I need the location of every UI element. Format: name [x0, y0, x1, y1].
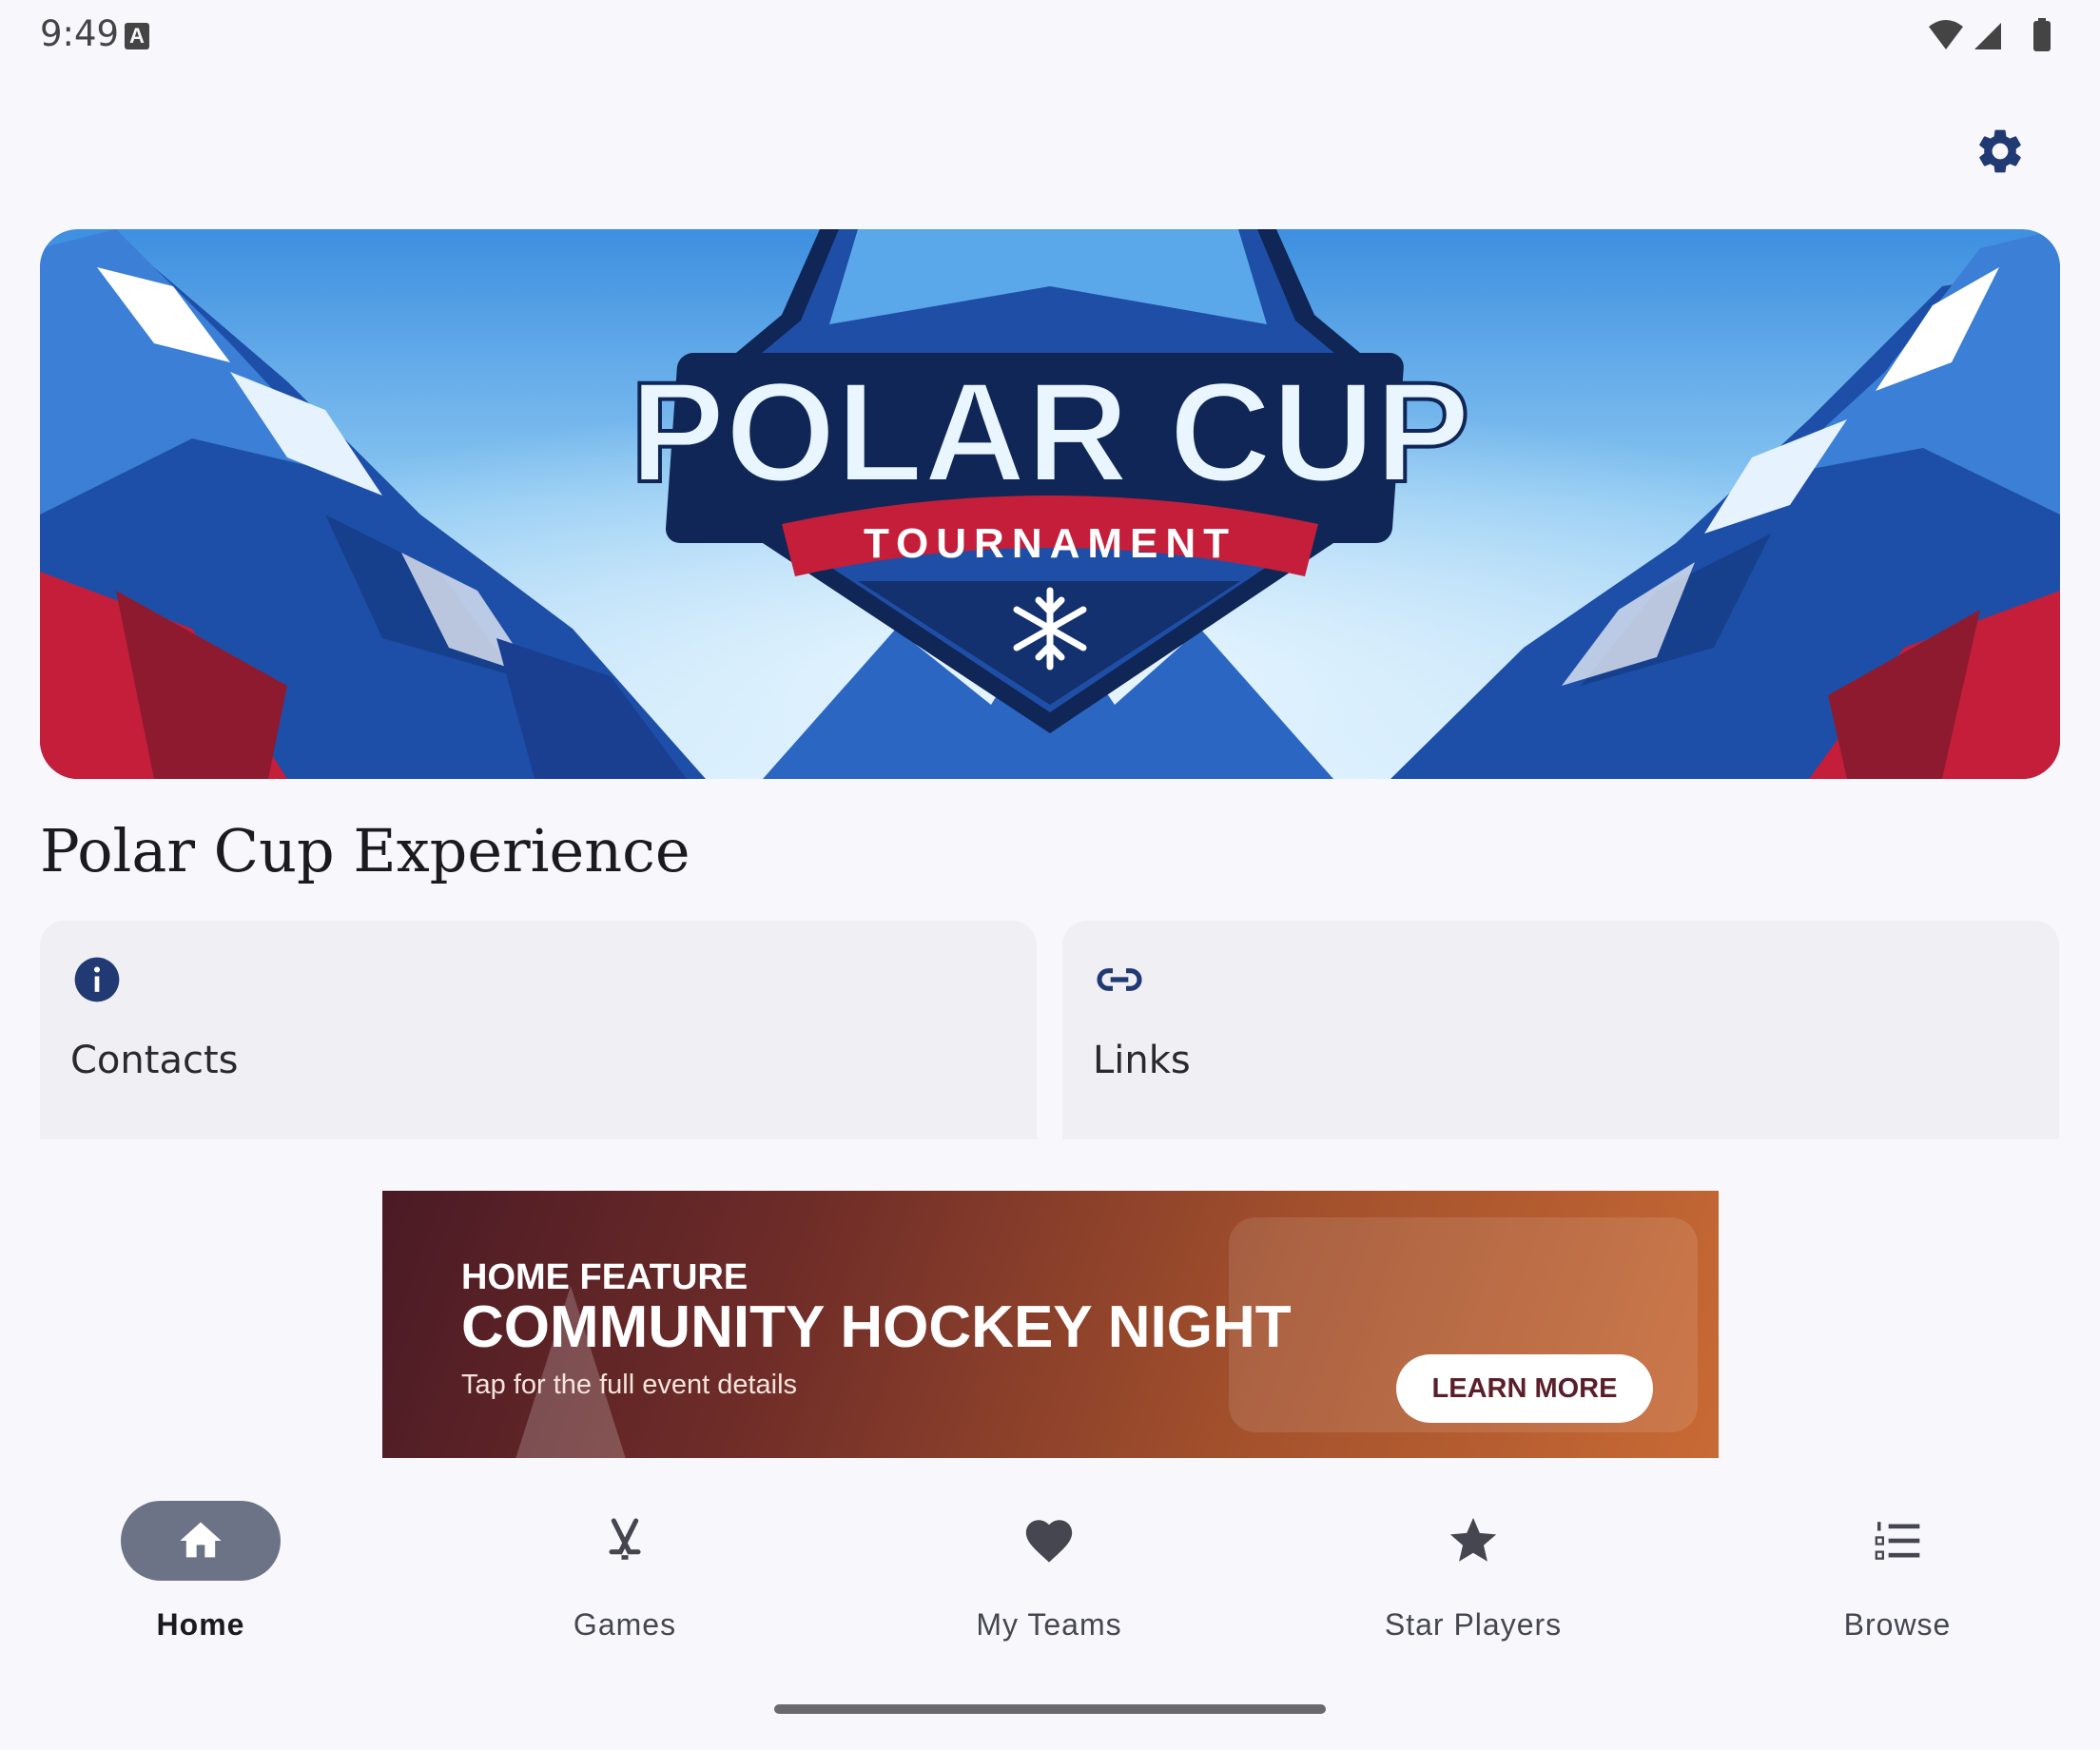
nav-active-indicator	[121, 1501, 281, 1581]
nav-icon-container	[545, 1501, 705, 1581]
star-icon	[1449, 1517, 1497, 1562]
app-screen: 9:49 A POLAR CUP TOURNAMENT Polar Cup Ex…	[0, 0, 2100, 1750]
status-bar: 9:49 A	[0, 0, 2100, 72]
hockey-sticks-icon	[609, 1518, 641, 1560]
nav-label-star-players: Star Players	[1384, 1607, 1563, 1642]
gear-icon	[1979, 129, 2021, 173]
logo-subtitle: TOURNAMENT	[864, 520, 1236, 567]
tournament-banner: POLAR CUP TOURNAMENT	[40, 229, 2060, 779]
promo-kicker: HOME FEATURE	[461, 1257, 749, 1297]
nav-item-star-players[interactable]: Star Players	[1331, 1501, 1616, 1642]
wifi-icon	[1929, 20, 1963, 49]
nav-item-my-teams[interactable]: My Teams	[906, 1501, 1192, 1642]
nav-item-games[interactable]: Games	[482, 1501, 768, 1642]
heart-icon	[1025, 1520, 1073, 1563]
contacts-card[interactable]: Contacts	[40, 921, 1037, 1139]
nav-item-browse[interactable]: Browse	[1755, 1501, 2040, 1642]
home-icon	[180, 1522, 222, 1558]
logo-title: POLAR CUP	[630, 352, 1469, 512]
links-label: Links	[1093, 1039, 1191, 1082]
home-indicator[interactable]	[774, 1704, 1326, 1714]
nav-icon-container	[1393, 1501, 1553, 1581]
info-icon	[74, 957, 120, 1002]
battery-icon	[2033, 21, 2051, 51]
numbered-list-icon	[1875, 1522, 1920, 1560]
nav-label-home: Home	[156, 1607, 245, 1642]
section-title: Polar Cup Experience	[40, 816, 690, 885]
nav-label-my-teams: My Teams	[976, 1607, 1122, 1642]
learn-more-button[interactable]: LEARN MORE	[1396, 1354, 1653, 1423]
nav-icon-container	[1818, 1501, 1977, 1581]
promo-title: COMMUNITY HOCKEY NIGHT	[461, 1294, 1292, 1360]
status-time: 9:49	[40, 13, 120, 54]
nav-icon-container	[969, 1501, 1129, 1581]
banner-image: POLAR CUP TOURNAMENT	[40, 229, 2060, 779]
status-indicators	[1929, 18, 2051, 51]
promo-subtitle: Tap for the full event details	[461, 1370, 798, 1400]
nav-label-games: Games	[573, 1607, 677, 1642]
nav-item-home[interactable]: Home	[58, 1501, 343, 1642]
contacts-label: Contacts	[70, 1039, 239, 1082]
link-icon	[1097, 968, 1142, 991]
signal-icon	[1974, 23, 2001, 49]
bottom-navigation: Home Games My Teams Star Players Browse	[0, 1484, 2100, 1642]
links-card[interactable]: Links	[1062, 921, 2059, 1139]
settings-button[interactable]	[1967, 118, 2033, 185]
home-feature-promo[interactable]: HOME FEATURE COMMUNITY HOCKEY NIGHT Tap …	[382, 1191, 1719, 1458]
nav-label-browse: Browse	[1843, 1607, 1952, 1642]
a-icon: A	[125, 23, 149, 49]
